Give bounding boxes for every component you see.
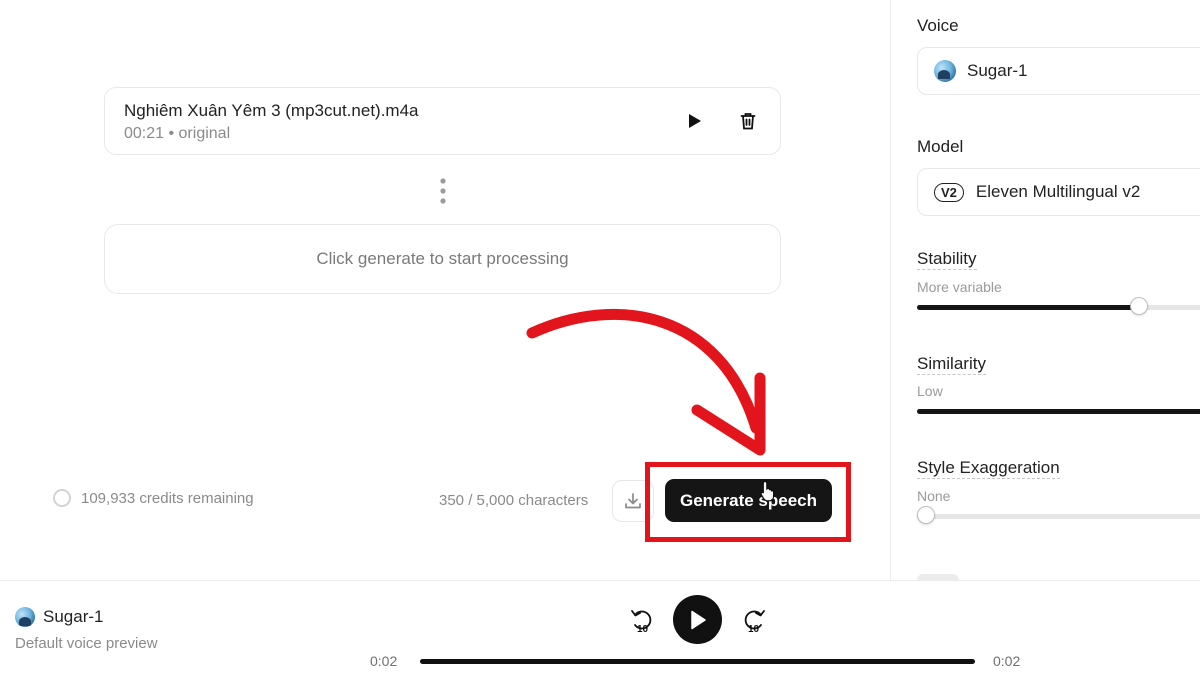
credits-text: 109,933 credits remaining bbox=[81, 489, 254, 507]
audio-file-card: Nghiêm Xuân Yêm 3 (mp3cut.net).m4a 00:21… bbox=[104, 87, 781, 155]
download-icon bbox=[625, 493, 641, 509]
model-select[interactable]: V2 Eleven Multilingual v2 bbox=[917, 168, 1200, 216]
credits-ring-icon bbox=[53, 489, 71, 507]
file-name: Nghiêm Xuân Yêm 3 (mp3cut.net).m4a bbox=[124, 101, 419, 120]
rewind-10-icon: 10 bbox=[631, 610, 652, 634]
skip-back-button[interactable]: 10 bbox=[627, 605, 657, 635]
player-voice-avatar bbox=[15, 607, 35, 627]
skip-back-seconds: 10 bbox=[637, 624, 649, 634]
voice-select[interactable]: Sugar-1 bbox=[917, 47, 1200, 95]
similarity-slider-fill bbox=[917, 409, 1200, 414]
trash-icon bbox=[740, 113, 756, 130]
similarity-label: Similarity bbox=[917, 354, 986, 375]
style-exaggeration-slider-thumb[interactable] bbox=[917, 506, 935, 524]
player-voice: Sugar-1 bbox=[15, 607, 103, 627]
style-exaggeration-slider[interactable] bbox=[917, 506, 1200, 524]
file-delete-button[interactable] bbox=[735, 108, 761, 134]
stability-slider-thumb[interactable] bbox=[1130, 297, 1148, 315]
kebab-icon bbox=[440, 178, 446, 204]
stability-slider[interactable] bbox=[917, 297, 1200, 315]
annotation-arrow-icon bbox=[526, 309, 766, 456]
skip-forward-seconds: 10 bbox=[748, 624, 760, 634]
audio-player-bar: Sugar-1 Default voice preview 10 10 0:02… bbox=[0, 581, 1200, 675]
style-exaggeration-label: Style Exaggeration bbox=[917, 458, 1060, 479]
model-label: Model bbox=[917, 137, 964, 156]
voice-label: Voice bbox=[917, 16, 959, 35]
playback-progress-bar[interactable] bbox=[420, 659, 975, 664]
file-meta: 00:21 • original bbox=[124, 125, 231, 142]
skip-forward-button[interactable]: 10 bbox=[739, 605, 769, 635]
annotation-highlight-box bbox=[645, 462, 851, 542]
output-placeholder: Click generate to start processing bbox=[104, 224, 781, 294]
credits-remaining: 109,933 credits remaining bbox=[53, 489, 254, 507]
stability-label: Stability bbox=[917, 249, 977, 270]
play-icon bbox=[690, 610, 706, 629]
model-version-badge: V2 bbox=[934, 182, 964, 202]
main-panel: Nghiêm Xuân Yêm 3 (mp3cut.net).m4a 00:21… bbox=[0, 0, 890, 580]
model-select-value: Eleven Multilingual v2 bbox=[975, 182, 1141, 201]
play-icon bbox=[689, 114, 701, 128]
playback-progress-fill bbox=[420, 659, 975, 664]
file-play-button[interactable] bbox=[682, 108, 708, 134]
similarity-hint: Low bbox=[917, 383, 943, 399]
player-voice-name: Sugar-1 bbox=[43, 607, 104, 626]
forward-10-icon: 10 bbox=[744, 610, 765, 634]
style-exaggeration-hint: None bbox=[917, 488, 951, 504]
voice-select-value: Sugar-1 bbox=[967, 61, 1028, 80]
hand-cursor-icon bbox=[760, 480, 775, 502]
player-subtitle: Default voice preview bbox=[15, 635, 158, 652]
settings-sidebar: Voice Sugar-1 Model V2 Eleven Multilingu… bbox=[891, 0, 1200, 586]
time-total: 0:02 bbox=[993, 653, 1021, 669]
stability-hint: More variable bbox=[917, 279, 1002, 295]
time-elapsed: 0:02 bbox=[370, 653, 398, 669]
stability-slider-fill bbox=[917, 305, 1139, 310]
similarity-slider[interactable] bbox=[917, 409, 1200, 414]
character-count: 350 / 5,000 characters bbox=[439, 492, 589, 509]
voice-avatar bbox=[934, 60, 956, 82]
player-play-button[interactable] bbox=[673, 595, 722, 644]
more-options-button[interactable] bbox=[436, 177, 450, 205]
